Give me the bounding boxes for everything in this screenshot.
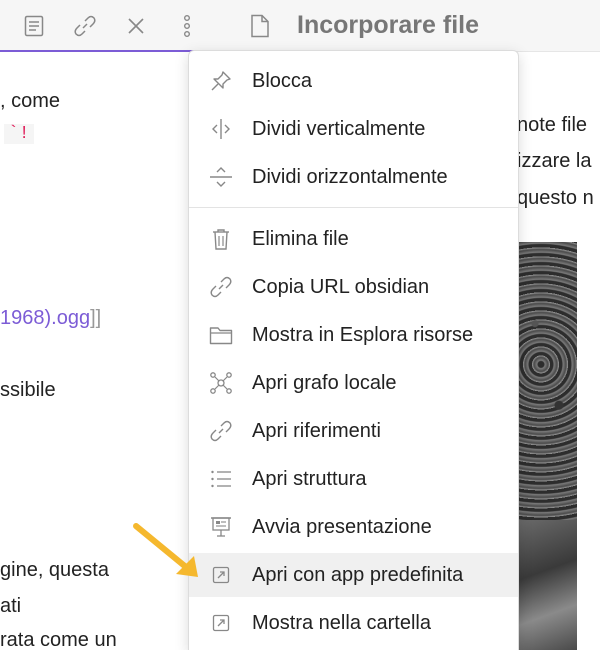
folder-icon: [209, 323, 233, 347]
split-vertical-icon: [209, 117, 233, 141]
menu-item-dividi-verticalmente[interactable]: Dividi verticalmente: [189, 107, 518, 151]
menu-item-label: Mostra in Esplora risorse: [252, 323, 474, 346]
menu-item-copia-url[interactable]: Copia URL obsidian: [189, 265, 518, 309]
left-pane-toolbar: [0, 0, 233, 52]
link-text: 1968).ogg: [0, 307, 91, 329]
editor-text-line: note file: [517, 114, 588, 136]
link-icon[interactable]: [73, 14, 97, 38]
menu-item-label: Blocca: [252, 69, 313, 92]
context-menu: Blocca Dividi verticalmente Dividi orizz…: [188, 50, 519, 650]
editor-text-line: ssibile: [0, 379, 56, 401]
menu-item-label: Apri con app predefinita: [252, 563, 464, 586]
menu-item-elimina-file[interactable]: Elimina file: [189, 217, 518, 261]
trash-icon: [209, 227, 233, 251]
menu-item-presentazione[interactable]: Avvia presentazione: [189, 505, 518, 549]
right-pane-header: Incorporare file: [233, 0, 600, 52]
inline-code: `!: [4, 124, 34, 144]
editor-text-line: gine, questa: [0, 559, 109, 581]
editor-text-line: , come: [0, 90, 61, 112]
menu-item-blocca[interactable]: Blocca: [189, 59, 518, 103]
menu-item-grafo-locale[interactable]: Apri grafo locale: [189, 361, 518, 405]
menu-item-label: Apri riferimenti: [252, 419, 381, 442]
menu-item-label: Apri struttura: [252, 467, 367, 490]
pin-icon: [209, 69, 233, 93]
link-icon: [209, 275, 233, 299]
editor-text-line: izzare la: [517, 150, 592, 172]
link-icon: [209, 419, 233, 443]
menu-separator: [189, 207, 518, 208]
menu-item-label: Dividi orizzontalmente: [252, 165, 448, 188]
editor-text-line: rata come un: [0, 629, 117, 650]
embedded-photo-lower: [517, 520, 577, 650]
editor-text-line: questo n: [517, 187, 594, 209]
reading-view-icon[interactable]: [22, 14, 46, 38]
page-title: Incorporare file: [297, 11, 479, 39]
open-external-icon: [209, 611, 233, 635]
file-icon: [249, 14, 271, 38]
embedded-file-link[interactable]: 1968).ogg]]: [0, 307, 101, 330]
close-icon[interactable]: [124, 14, 148, 38]
open-external-icon: [209, 563, 233, 587]
menu-item-label: Mostra nella cartella: [252, 611, 431, 634]
menu-item-mostra-esplora[interactable]: Mostra in Esplora risorse: [189, 313, 518, 357]
more-options-icon[interactable]: [175, 14, 199, 38]
editor-text-line: ati: [0, 595, 22, 617]
annotation-arrow-icon: [133, 523, 198, 577]
menu-item-label: Elimina file: [252, 227, 349, 250]
menu-item-apri-con-app[interactable]: Apri con app predefinita: [189, 553, 518, 597]
menu-item-struttura[interactable]: Apri struttura: [189, 457, 518, 501]
menu-item-label: Dividi verticalmente: [252, 117, 426, 140]
menu-item-label: Avvia presentazione: [252, 515, 432, 538]
presentation-icon: [209, 515, 233, 539]
split-horizontal-icon: [209, 165, 233, 189]
list-icon: [209, 467, 233, 491]
graph-icon: [209, 371, 233, 395]
menu-item-label: Apri grafo locale: [252, 371, 397, 394]
link-bracket: ]]: [90, 307, 102, 329]
menu-item-label: Copia URL obsidian: [252, 275, 430, 298]
menu-item-dividi-orizzontalmente[interactable]: Dividi orizzontalmente: [189, 155, 518, 199]
menu-item-mostra-cartella[interactable]: Mostra nella cartella: [189, 601, 518, 645]
menu-item-riferimenti[interactable]: Apri riferimenti: [189, 409, 518, 453]
